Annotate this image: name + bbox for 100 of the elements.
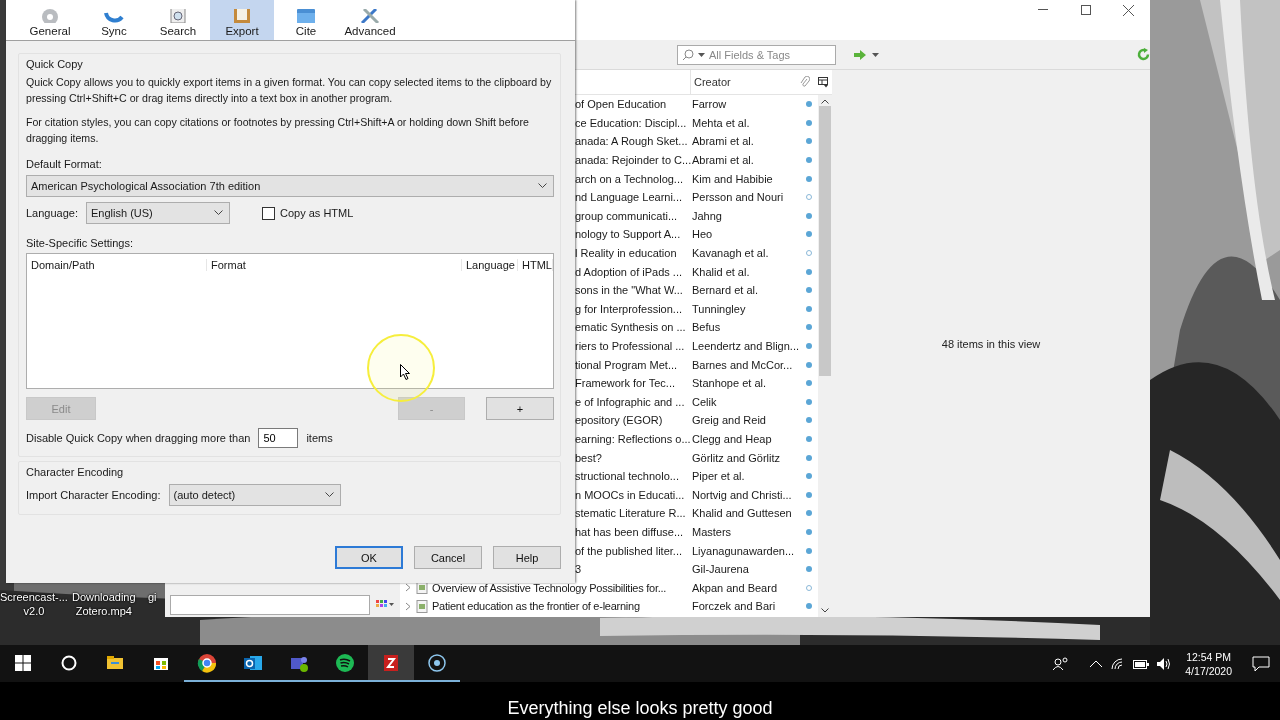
preferences-tab[interactable]: Search (146, 0, 210, 40)
battery-icon[interactable] (1133, 658, 1150, 669)
dialog-button[interactable]: Cancel (414, 546, 482, 569)
item-creator: Masters (691, 525, 733, 538)
group-title: Character Encoding (26, 466, 125, 478)
number-field[interactable]: 50 (258, 428, 299, 448)
preferences-tab[interactable]: General (18, 0, 82, 40)
item-creator: Farrow (691, 98, 728, 111)
field-label: Disable Quick Copy when dragging more than (26, 432, 251, 444)
start-icon[interactable] (15, 654, 31, 671)
item-creator: Greig and Reid (691, 414, 767, 427)
item-row[interactable]: Framework for Tec... Stanhope et al. (400, 373, 818, 393)
column-picker-icon[interactable] (818, 76, 829, 88)
item-title: stematic Literature R... (575, 507, 687, 520)
item-row[interactable]: anada: Rejoinder to C...Abrami et al. (400, 150, 818, 170)
browser-icon (197, 652, 217, 673)
desktop-icon-label[interactable]: Downloading (72, 590, 136, 604)
item-creator: Nortvig and Christi... (691, 488, 793, 501)
item-title: earning: Reflections o... (575, 433, 690, 445)
color-grid-icon[interactable] (376, 600, 394, 610)
people-icon[interactable] (1053, 656, 1070, 671)
item-row[interactable]: group communicati... Jahng (400, 206, 818, 226)
item-row[interactable]: nology to Support A... Heo (400, 225, 818, 244)
search-box[interactable]: All Fields & Tags (677, 44, 836, 65)
item-row[interactable]: earning: Reflections o...Clegg and Heap (400, 429, 818, 449)
scroll-down-icon[interactable] (821, 608, 829, 613)
item-creator: Kim and Habibie (691, 172, 774, 185)
close-icon[interactable] (1123, 4, 1134, 16)
item-creator: Kavanagh et al. (691, 247, 770, 260)
clock[interactable]: 12:54 PM 4/17/2020 (1185, 649, 1232, 678)
desktop-icon-label[interactable]: gi (148, 590, 157, 604)
item-creator: Abrami et al. (691, 135, 755, 148)
item-row[interactable]: tional Program Met... Barnes and McCor... (400, 355, 818, 374)
item-title: hat has been diffuse... (575, 525, 685, 538)
checkbox[interactable] (262, 206, 275, 220)
item-title: Framework for Tec... (575, 377, 677, 390)
speaker-icon[interactable] (1157, 657, 1172, 670)
dialog-button[interactable]: OK (335, 546, 403, 569)
item-title: anada: A Rough Sket... (575, 135, 689, 148)
item-row[interactable]: ematic Synthesis on ... Befus (400, 318, 818, 337)
column-header[interactable]: Creator (690, 70, 800, 94)
column-header[interactable]: Format (207, 259, 462, 271)
tag-filter-field[interactable] (170, 595, 370, 615)
item-row[interactable]: sons in the "What W... Bernard et al. (400, 280, 818, 300)
search-input[interactable]: All Fields & Tags (709, 48, 829, 61)
item-title: of the published liter... (575, 544, 683, 557)
item-creator: Celik (691, 395, 718, 408)
item-row[interactable]: stematic Literature R... Khalid and Guttesen (400, 504, 818, 523)
item-row[interactable]: hat has been diffuse... Masters (400, 522, 818, 542)
language-dropdown[interactable]: English (US) (86, 202, 230, 224)
caption-text: Everything else looks pretty good (507, 698, 773, 719)
checkbox-label[interactable]: Copy as HTML (280, 207, 354, 219)
item-creator: Persson and Nouri (691, 191, 785, 204)
format-dropdown[interactable]: American Psychological Association 7th edition (26, 175, 554, 197)
circle-icon[interactable] (61, 654, 77, 671)
preferences-tab[interactable]: Export (210, 0, 274, 40)
field-label: Import Character Encoding: (26, 489, 161, 501)
encoding-dropdown[interactable]: (auto detect) (168, 484, 341, 506)
item-creator: Befus (691, 321, 722, 334)
item-row[interactable]: best? Görlitz and Görlitz (400, 448, 818, 467)
item-creator: Abrami et al. (691, 154, 755, 167)
item-title: epository (EGOR) (575, 414, 664, 427)
preferences-tab[interactable]: Advanced (338, 0, 402, 40)
item-row[interactable]: Patient education as the frontier of e-learning Forczek and Bari (400, 597, 818, 616)
minimize-icon[interactable] (1037, 9, 1048, 11)
scroll-up-icon[interactable] (821, 99, 829, 104)
item-creator: Mehta et al. (691, 116, 751, 129)
item-title: arch on a Technolog... (575, 172, 685, 185)
dropdown-arrow-icon[interactable] (698, 52, 705, 57)
item-row[interactable]: structional technolo... Piper et al. (400, 466, 818, 486)
item-row[interactable]: riers to Professional ... Leendertz and Blign... (400, 336, 818, 356)
dropdown-arrow-icon[interactable] (872, 52, 879, 57)
item-title: n MOOCs in Educati... (575, 488, 686, 501)
desktop-icon-label[interactable]: Zotero.mp4 (75, 604, 132, 618)
column-header[interactable]: HTML (518, 259, 553, 271)
item-creator: Heo (691, 228, 714, 241)
maximize-icon[interactable] (1080, 5, 1091, 15)
item-creator: Khalid and Guttesen (691, 507, 793, 520)
desktop-icon-label[interactable]: Screencast-... (0, 590, 68, 604)
item-count-text: 48 items in this view (941, 337, 1041, 350)
item-title: structional technolo... (575, 470, 680, 483)
item-creator: Liyanagunawarden... (691, 544, 796, 557)
item-title: ce Education: Discipl... (575, 116, 688, 129)
column-header[interactable]: Domain/Path (27, 259, 207, 271)
item-row[interactable]: n MOOCs in Educati... Nortvig and Christi... (400, 485, 818, 505)
item-row[interactable]: g for Interprofession... Tunningley (400, 299, 818, 319)
preferences-tab[interactable]: Cite (274, 0, 338, 40)
action-button[interactable]: + (486, 397, 554, 420)
dialog-button[interactable]: Help (493, 546, 561, 569)
chevron-up-icon[interactable] (1089, 659, 1104, 668)
preferences-tab[interactable]: Sync (82, 0, 146, 40)
group-title: Quick Copy (26, 58, 84, 70)
column-header[interactable]: Language (462, 259, 518, 271)
paperclip-icon[interactable] (800, 76, 810, 88)
taskbar-app-button[interactable] (368, 645, 414, 682)
scrollbar[interactable] (818, 95, 832, 617)
desktop-icon-label[interactable]: v2.0 (23, 604, 45, 618)
item-creator: Piper et al. (691, 470, 746, 483)
notification-icon[interactable] (1252, 655, 1270, 672)
item-title: nology to Support A... (575, 228, 682, 241)
